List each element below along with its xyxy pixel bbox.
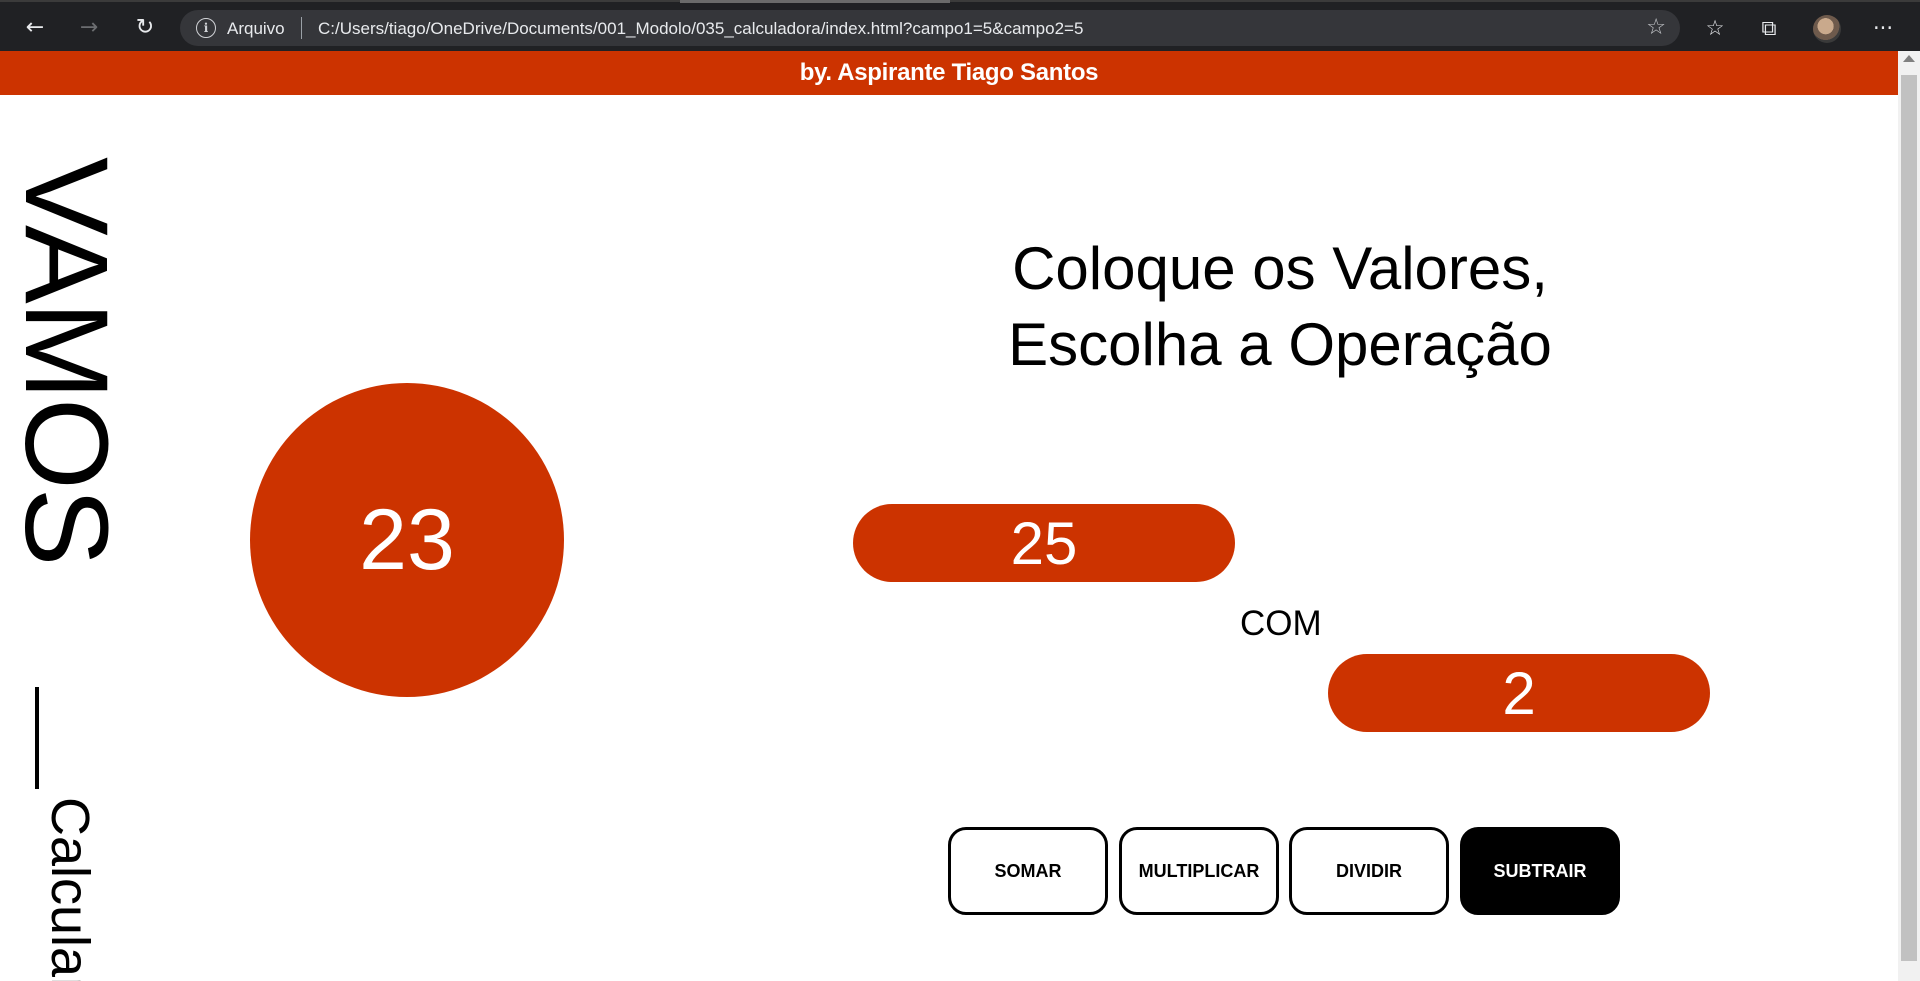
campo1-value: 25 xyxy=(1010,509,1078,577)
page-content: by. Aspirante Tiago Santos VAMOS Calcula… xyxy=(0,51,1898,981)
result-display: 23 xyxy=(250,383,564,697)
back-icon[interactable]: ← xyxy=(18,10,52,44)
url-text[interactable]: C:/Users/tiago/OneDrive/Documents/001_Mo… xyxy=(318,19,1083,39)
page-heading: Coloque os Valores, Escolha a Operação xyxy=(900,231,1660,383)
address-separator xyxy=(301,17,302,39)
forward-icon[interactable]: → xyxy=(72,10,106,44)
banner-text: by. Aspirante Tiago Santos xyxy=(799,59,1099,86)
profile-avatar[interactable] xyxy=(1813,15,1841,43)
scrollbar-thumb[interactable] xyxy=(1901,75,1917,961)
reload-icon[interactable]: ↻ xyxy=(128,10,162,44)
add-favorite-icon[interactable]: ☆ xyxy=(1646,15,1666,40)
header-banner: by. Aspirante Tiago Santos xyxy=(0,51,1898,95)
heading-line-1: Coloque os Valores, xyxy=(1012,235,1548,302)
connector-label: COM xyxy=(1240,604,1322,643)
address-bar[interactable]: i Arquivo C:/Users/tiago/OneDrive/Docume… xyxy=(180,10,1680,46)
favorites-icon[interactable]: ☆ xyxy=(1698,11,1732,45)
heading-line-2: Escolha a Operação xyxy=(1008,311,1552,378)
campo1-input[interactable]: 25 xyxy=(853,504,1235,582)
multiplicar-button[interactable]: MULTIPLICAR xyxy=(1119,827,1279,915)
result-value: 23 xyxy=(359,491,455,588)
somar-button[interactable]: SOMAR xyxy=(948,827,1108,915)
side-subtitle: Calcular xyxy=(40,797,100,981)
vertical-title: VAMOS Calcular xyxy=(0,157,135,981)
campo2-input[interactable]: 2 xyxy=(1328,654,1710,732)
side-title: VAMOS xyxy=(0,157,132,565)
browser-toolbar: ← → ↻ i Arquivo C:/Users/tiago/OneDrive/… xyxy=(0,0,1920,51)
security-label[interactable]: Arquivo xyxy=(227,19,285,39)
more-menu-icon[interactable]: ··· xyxy=(1866,11,1900,45)
collections-icon[interactable]: ⧉ xyxy=(1752,11,1786,45)
dividir-button[interactable]: DIVIDIR xyxy=(1289,827,1449,915)
subtrair-button[interactable]: SUBTRAIR xyxy=(1460,827,1620,915)
info-icon[interactable]: i xyxy=(196,18,216,38)
side-divider xyxy=(35,687,39,789)
vertical-scrollbar[interactable] xyxy=(1898,51,1920,981)
campo2-value: 2 xyxy=(1502,659,1536,727)
active-tab-indicator xyxy=(680,0,950,3)
scroll-up-icon[interactable] xyxy=(1903,55,1915,62)
